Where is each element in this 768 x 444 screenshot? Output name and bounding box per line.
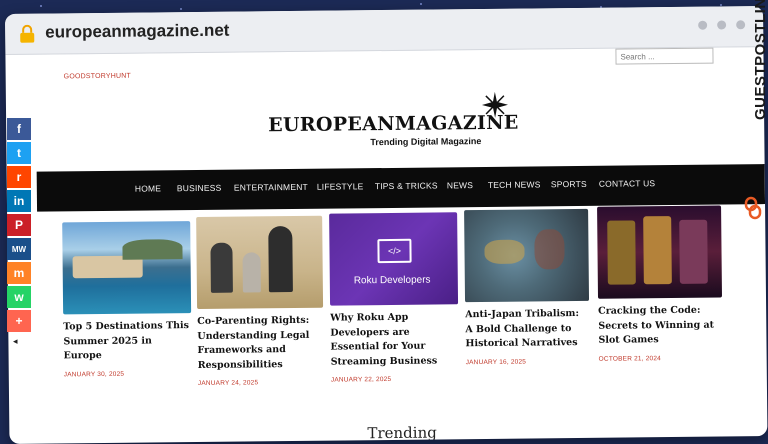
nav-home[interactable]: HOME [135, 183, 161, 193]
nav-contact-us[interactable]: CONTACT US [599, 178, 656, 189]
article-card[interactable]: Anti-Japan Tribalism: A Bold Challenge t… [464, 208, 590, 366]
window-dot[interactable] [736, 20, 746, 30]
article-title[interactable]: Cracking the Code: Secrets to Winning at… [598, 304, 722, 349]
facebook-icon[interactable]: f [7, 118, 31, 140]
web-page: GOODSTORYHUNT EUROPEANMAGAZINE Trending … [5, 47, 767, 444]
article-card[interactable]: </> Roku Developers Why Roku App Develop… [329, 212, 459, 384]
article-title[interactable]: Top 5 Destinations This Summer 2025 in E… [63, 319, 191, 364]
window-dot[interactable] [717, 20, 727, 30]
article-title[interactable]: Why Roku App Developers are Essential fo… [330, 310, 459, 369]
url-text[interactable]: europeanmagazine.net [45, 21, 229, 43]
linkedin-icon[interactable]: in [7, 190, 31, 212]
article-card[interactable]: Co-Parenting Rights: Understanding Legal… [196, 215, 324, 388]
top-link[interactable]: GOODSTORYHUNT [64, 73, 131, 81]
article-date: OCTOBER 21, 2024 [598, 354, 662, 363]
more-share-icon[interactable]: + [7, 310, 31, 332]
browser-window: europeanmagazine.net GOODSTORYHUNT EUROP… [5, 6, 768, 444]
window-controls [698, 20, 746, 30]
article-card[interactable]: Top 5 Destinations This Summer 2025 in E… [62, 221, 192, 378]
article-image[interactable] [597, 205, 723, 299]
reddit-icon[interactable]: r [7, 166, 31, 188]
article-title[interactable]: Co-Parenting Rights: Understanding Legal… [197, 314, 324, 373]
nav-tips-tricks[interactable]: TIPS & TRICKS [375, 180, 438, 191]
whatsapp-icon[interactable]: w [7, 286, 31, 308]
site-logo[interactable]: EUROPEANMAGAZINE Trending Digital Magazi… [268, 91, 529, 155]
nav-tech-news[interactable]: TECH NEWS [488, 179, 541, 190]
brand-badge: GUESTPOSTLINKS [752, 0, 768, 120]
image-caption: Roku Developers [353, 274, 431, 287]
hide-share-icon[interactable]: ◂ [13, 336, 33, 347]
star-icon [481, 91, 508, 118]
mewe-icon[interactable]: MW [7, 238, 31, 260]
section-heading: Trending [367, 423, 437, 443]
code-screen-icon: </> [377, 238, 412, 264]
nav-sports[interactable]: SPORTS [551, 179, 587, 189]
mix-icon[interactable]: m [7, 262, 31, 284]
nav-lifestyle[interactable]: LIFESTYLE [317, 181, 364, 191]
pinterest-icon[interactable]: P [7, 214, 31, 236]
article-image[interactable] [62, 221, 192, 315]
article-card[interactable]: Cracking the Code: Secrets to Winning at… [597, 205, 723, 363]
window-dot[interactable] [698, 20, 708, 30]
main-nav: HOME BUSINESS ENTERTAINMENT LIFESTYLE TI… [36, 164, 766, 212]
article-title[interactable]: Anti-Japan Tribalism: A Bold Challenge t… [465, 307, 589, 352]
nav-news[interactable]: NEWS [447, 180, 473, 190]
nav-entertainment[interactable]: ENTERTAINMENT [234, 182, 308, 193]
twitter-icon[interactable]: t [7, 142, 31, 164]
article-image[interactable]: </> Roku Developers [329, 212, 459, 306]
search-input[interactable] [615, 47, 714, 65]
article-date: JANUARY 22, 2025 [330, 375, 392, 384]
article-date: JANUARY 24, 2025 [197, 379, 259, 388]
social-share-bar: f t r in P MW m w + ◂ [7, 118, 33, 347]
link-icon [744, 196, 762, 220]
article-date: JANUARY 30, 2025 [63, 370, 125, 378]
article-image[interactable] [196, 215, 324, 310]
site-tagline: Trending Digital Magazine [370, 136, 482, 148]
lock-icon [20, 24, 35, 43]
nav-business[interactable]: BUSINESS [177, 183, 222, 193]
article-date: JANUARY 16, 2025 [465, 358, 527, 366]
article-image[interactable] [464, 208, 590, 303]
